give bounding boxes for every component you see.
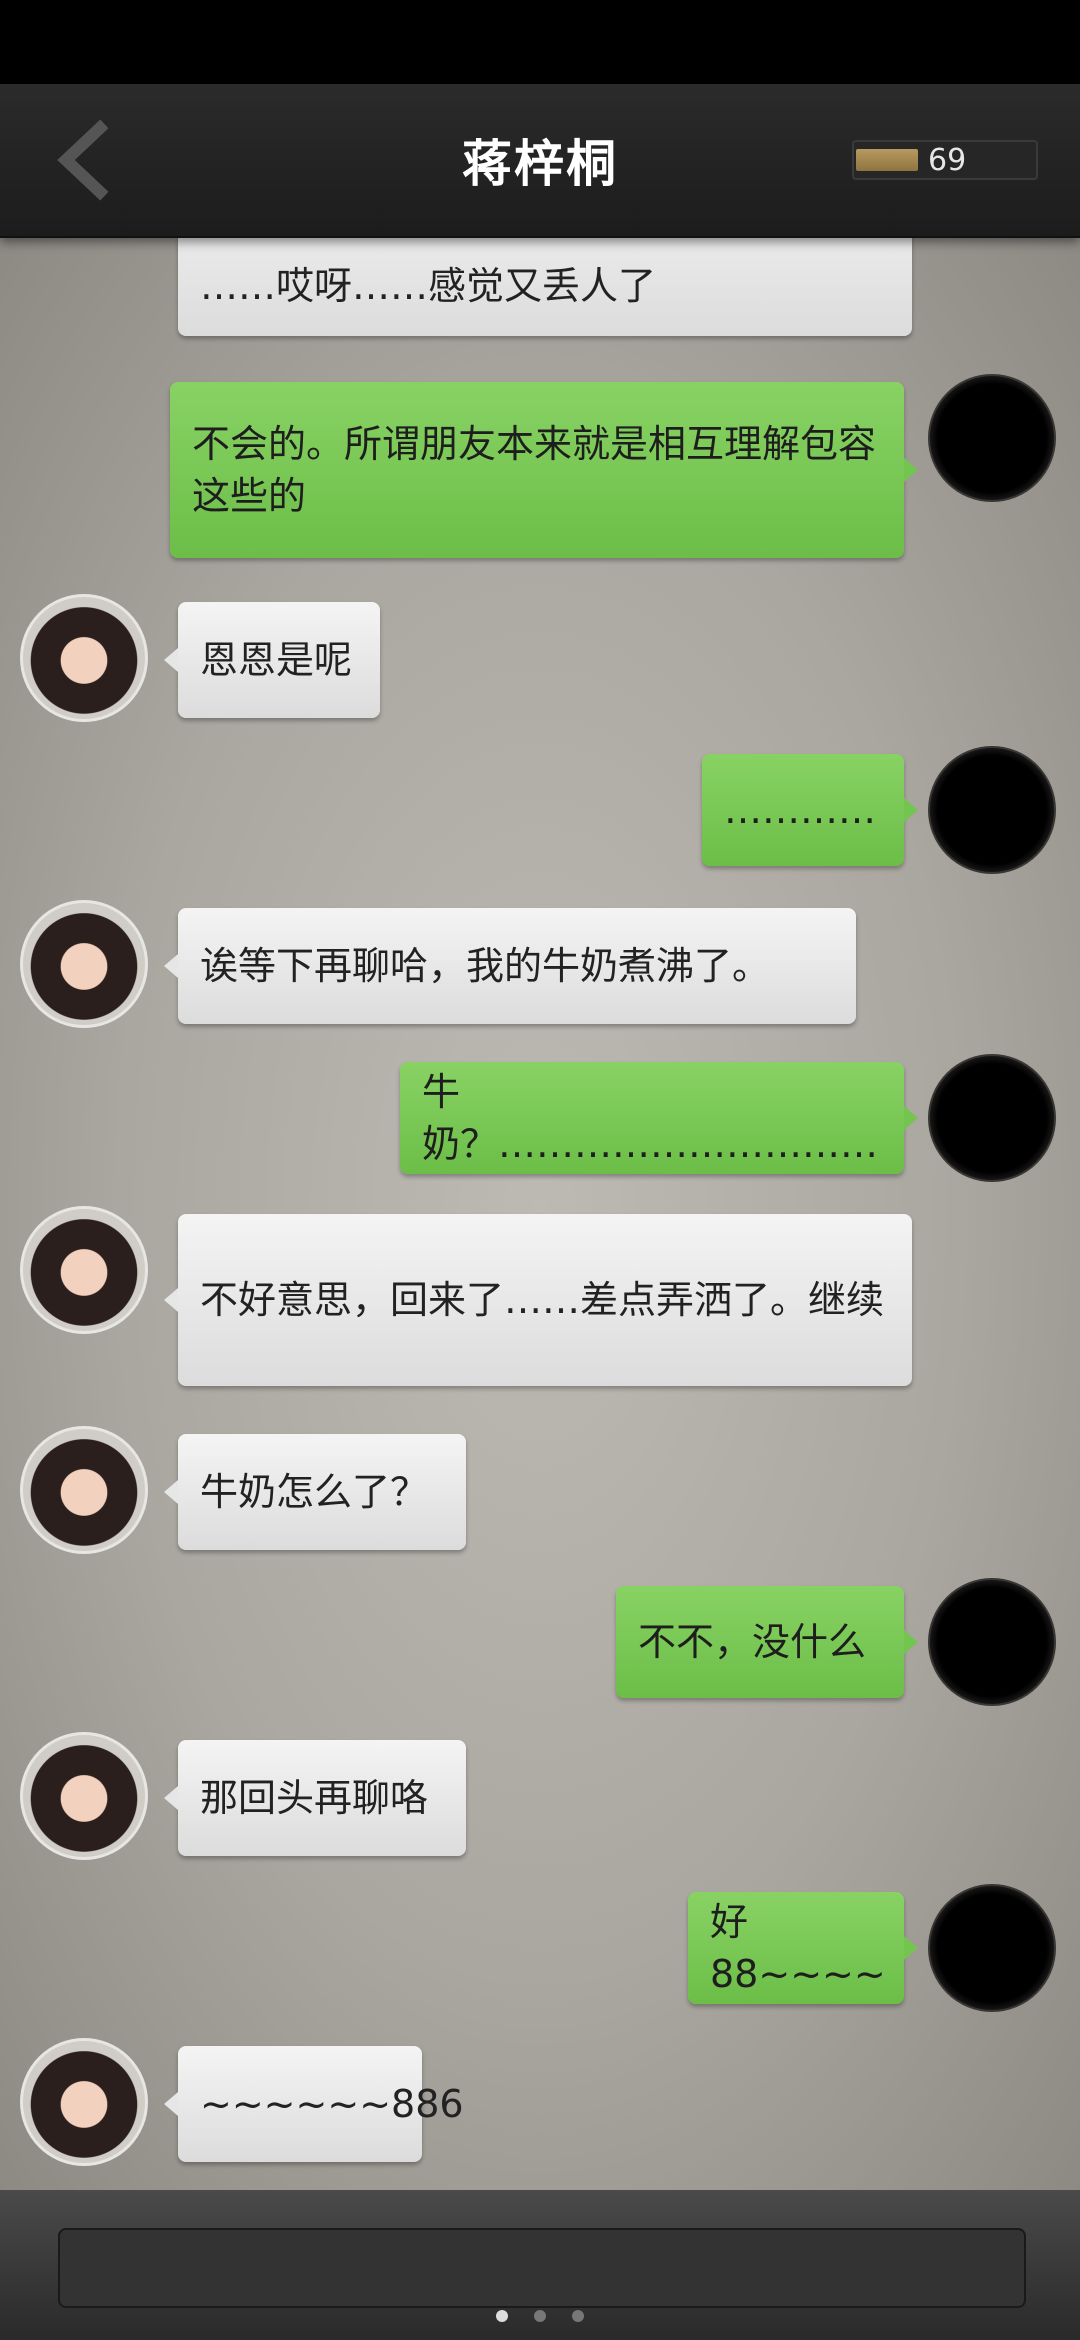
message-text: ……哎呀……感觉又丢人了 <box>200 264 657 308</box>
message-text: 不不，没什么 <box>638 1620 867 1664</box>
my-avatar[interactable] <box>928 746 1056 874</box>
message-text: 不好意思，回来了……差点弄洒了。继续 <box>200 1278 885 1322</box>
message-text: 那回头再聊咯 <box>200 1776 429 1820</box>
contact-avatar[interactable] <box>20 1206 148 1334</box>
my-avatar[interactable] <box>928 1054 1056 1182</box>
page-dot <box>534 2310 546 2322</box>
chat-area[interactable]: ……哎呀……感觉又丢人了 不会的。所谓朋友本来就是相互理解包容这些的 恩恩是呢 … <box>0 236 1080 2190</box>
message-text: 诶等下再聊哈，我的牛奶煮沸了。 <box>200 944 771 988</box>
message-bubble-incoming: 牛奶怎么了？ <box>164 1434 466 1550</box>
message-bubble-outgoing: 牛奶？………………………… <box>400 1062 918 1174</box>
coin-balance: 69 <box>852 140 1038 180</box>
my-avatar[interactable] <box>928 374 1056 502</box>
message-text: 牛奶怎么了？ <box>200 1470 429 1514</box>
my-avatar[interactable] <box>928 1884 1056 2012</box>
message-bubble-incoming: 不好意思，回来了……差点弄洒了。继续 <box>164 1214 912 1386</box>
page-indicator <box>0 2307 1080 2326</box>
message-bubble-outgoing: ………… <box>702 754 918 866</box>
contact-avatar[interactable] <box>20 1732 148 1860</box>
chat-header: 蒋梓桐 69 <box>0 84 1080 238</box>
message-bubble-incoming: 恩恩是呢 <box>164 602 380 718</box>
message-bubble-outgoing: 不会的。所谓朋友本来就是相互理解包容这些的 <box>170 382 918 558</box>
message-text: ………… <box>724 788 876 832</box>
contact-avatar[interactable] <box>20 1426 148 1554</box>
message-text: 恩恩是呢 <box>200 638 353 682</box>
page-dot <box>572 2310 584 2322</box>
message-bubble-incoming: ……哎呀……感觉又丢人了 <box>178 236 912 336</box>
contact-avatar[interactable] <box>20 2038 148 2166</box>
coin-count: 69 <box>928 142 967 178</box>
reply-options-bar[interactable] <box>58 2228 1026 2308</box>
message-bubble-outgoing: 好88~~~~ <box>688 1892 918 2004</box>
status-bar <box>0 0 1080 84</box>
message-bubble-outgoing: 不不，没什么 <box>616 1586 918 1698</box>
message-bubble-incoming: 那回头再聊咯 <box>164 1740 466 1856</box>
message-bubble-incoming: ~~~~~~886 <box>164 2046 464 2162</box>
contact-avatar[interactable] <box>20 900 148 1028</box>
my-avatar[interactable] <box>928 1578 1056 1706</box>
page-dot <box>496 2310 508 2322</box>
message-bubble-incoming: 诶等下再聊哈，我的牛奶煮沸了。 <box>164 908 856 1024</box>
message-text: 不会的。所谓朋友本来就是相互理解包容这些的 <box>192 422 877 518</box>
coin-bar-icon <box>856 149 918 171</box>
message-text: 牛奶？………………………… <box>422 1070 879 1166</box>
message-text: ~~~~~~886 <box>200 2082 464 2126</box>
message-text: 好88~~~~ <box>710 1900 886 1996</box>
bottom-bar <box>0 2190 1080 2340</box>
contact-avatar[interactable] <box>20 594 148 722</box>
